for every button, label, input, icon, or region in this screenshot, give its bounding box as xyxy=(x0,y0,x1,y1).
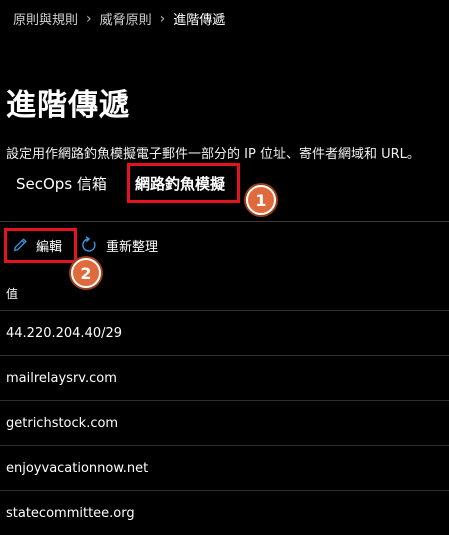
column-header-value[interactable]: 值 xyxy=(6,285,18,302)
table-row[interactable]: mailrelaysrv.com xyxy=(0,355,449,400)
step-badge-2: 2 xyxy=(71,258,101,288)
tab-secops-mailbox[interactable]: SecOps 信箱 xyxy=(16,173,107,194)
chevron-right-icon: › xyxy=(159,10,166,27)
table-row[interactable]: 44.220.204.40/29 xyxy=(0,310,449,355)
table-row[interactable]: statecommittee.org xyxy=(0,490,449,535)
page-title: 進階傳遞 xyxy=(6,88,130,123)
breadcrumb: 原則與規則 › 威脅原則 › 進階傳遞 xyxy=(13,9,226,29)
highlight-box-tab xyxy=(127,163,240,203)
refresh-icon xyxy=(82,236,96,252)
breadcrumb-item-policies[interactable]: 原則與規則 xyxy=(13,9,78,28)
refresh-button-label: 重新整理 xyxy=(106,239,159,255)
highlight-box-edit xyxy=(4,228,77,263)
page-description: 設定用作網路釣魚模擬電子郵件一部分的 IP 位址、寄件者網域和 URL。 xyxy=(6,147,420,162)
value-list: 44.220.204.40/29 mailrelaysrv.com getric… xyxy=(0,310,449,535)
step-badge-1: 1 xyxy=(246,185,276,215)
breadcrumb-current: 進階傳遞 xyxy=(173,13,226,28)
table-row[interactable]: getrichstock.com xyxy=(0,400,449,445)
chevron-right-icon: › xyxy=(86,10,92,27)
table-row[interactable]: enjoyvacationnow.net xyxy=(0,445,449,490)
refresh-button[interactable]: 重新整理 xyxy=(80,228,158,262)
breadcrumb-item-threat-policies[interactable]: 威脅原則 xyxy=(100,9,152,28)
